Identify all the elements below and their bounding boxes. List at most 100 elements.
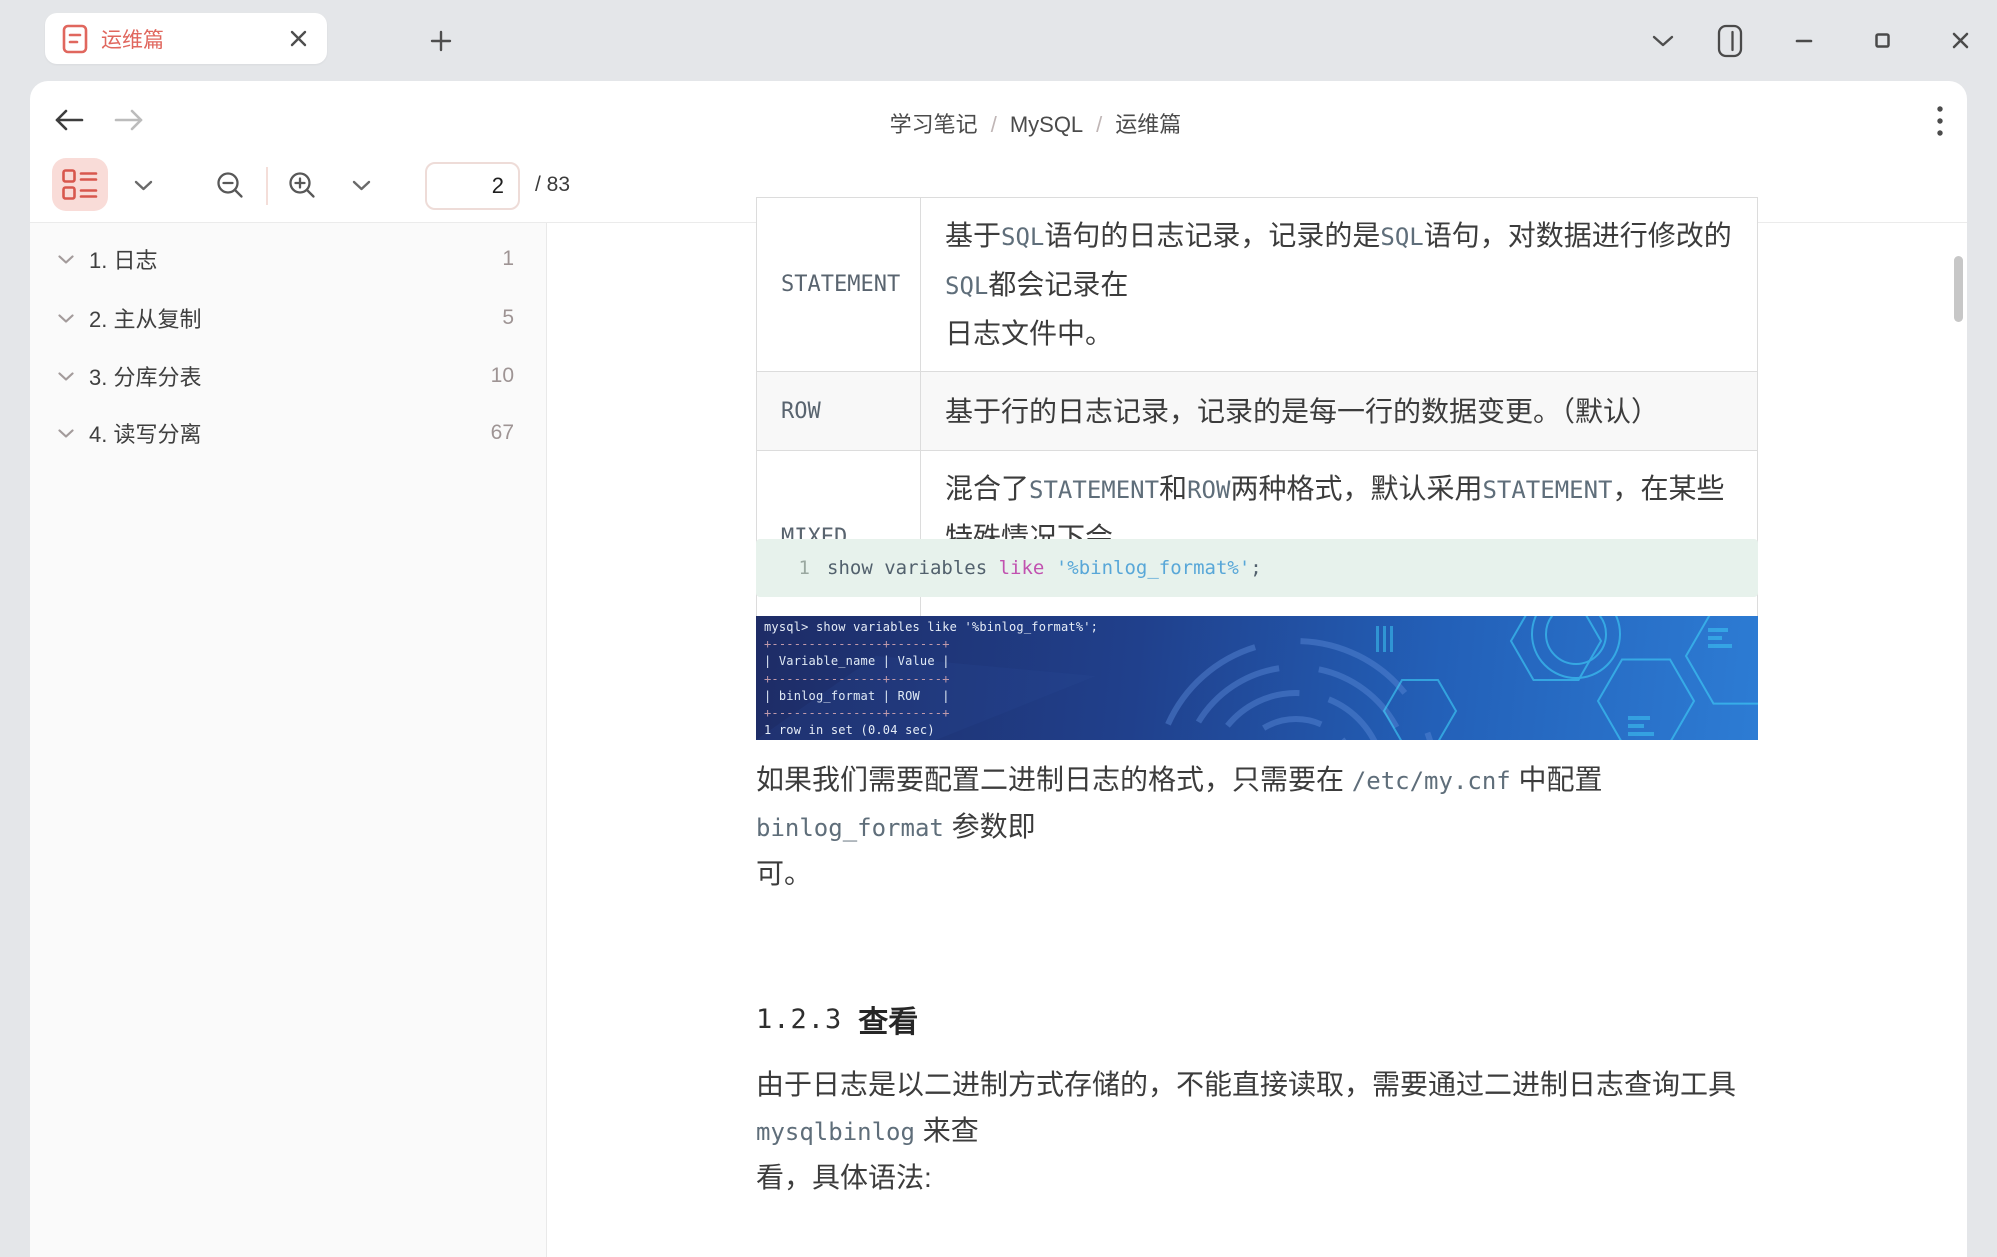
terminal-line: 1 row in set (0.04 sec) xyxy=(764,722,1098,739)
table-cell-label: ROW xyxy=(757,372,921,450)
sidebar-toggle-icon xyxy=(1717,24,1743,58)
paragraph-line: 看，具体语法: xyxy=(756,1155,1776,1201)
text-run: 语句的日志记录，记录的是 xyxy=(1044,220,1380,251)
zoom-in-button[interactable] xyxy=(286,169,318,201)
zoom-chevron-button[interactable] xyxy=(346,175,376,195)
text-run: 来查 xyxy=(915,1115,979,1146)
breadcrumb-separator: / xyxy=(1096,112,1102,137)
inline-code: STATEMENT xyxy=(1482,476,1612,504)
inline-code: SQL xyxy=(1001,223,1044,251)
inline-code: binlog_format xyxy=(756,814,944,842)
paragraph-config: 如果我们需要配置二进制日志的格式，只需要在 /etc/my.cnf 中配置 bi… xyxy=(756,757,1776,897)
heading-123: 1.2.3 查看 xyxy=(756,995,918,1043)
chevron-down-icon xyxy=(352,180,371,191)
text-run: 由于日志是以二进制方式存储的，不能直接读取，需要通过二进制日志查询工具 xyxy=(756,1069,1744,1100)
text-run: 基于行的日志记录，记录的是每一行的数据变更。（默认） xyxy=(945,396,1659,427)
sidebar: 1. 日志1 2. 主从复制5 3. 分库分表10 4. 读写分离67 xyxy=(30,223,547,1257)
sidebar-item-label: 4. 读写分离 xyxy=(89,417,491,449)
paragraph-line: 可。 xyxy=(756,851,1776,897)
zoom-out-icon xyxy=(216,171,244,199)
text-run: 和 xyxy=(1159,473,1187,504)
chevron-down-icon[interactable] xyxy=(58,314,76,323)
maximize-button[interactable] xyxy=(1864,0,1900,81)
outline-toggle-button[interactable] xyxy=(52,158,108,211)
plus-icon xyxy=(430,30,452,52)
minimize-button[interactable] xyxy=(1786,0,1822,81)
table-cell-label: MIXED xyxy=(757,451,921,624)
table-label-text: ROW xyxy=(781,399,821,424)
content-card: 学习笔记/MySQL/运维篇 xyxy=(30,81,1967,1257)
page-number-input[interactable] xyxy=(425,162,520,210)
text-run: 基于 xyxy=(945,220,1001,251)
inline-code: ROW xyxy=(1187,476,1230,504)
chevron-down-icon xyxy=(134,180,153,191)
breadcrumb-item[interactable]: 运维篇 xyxy=(1115,112,1181,137)
text-run: 参数即 xyxy=(944,811,1036,842)
code-token: show variables xyxy=(827,557,999,579)
table-desc-line: 基于SQL语句的日志记录，记录的是SQL语句，对数据进行修改的SQL都会记录在 xyxy=(945,212,1737,310)
breadcrumb-item[interactable]: MySQL xyxy=(1010,112,1083,137)
document-tab[interactable]: 运维篇 xyxy=(45,13,327,64)
paragraph-line: 由于日志是以二进制方式存储的，不能直接读取，需要通过二进制日志查询工具 mysq… xyxy=(756,1062,1776,1155)
more-options-button[interactable] xyxy=(1925,104,1955,138)
table-desc-line: 日志文件中。 xyxy=(945,310,1737,357)
tab-close-icon[interactable] xyxy=(283,24,313,54)
code-token xyxy=(1044,557,1055,579)
sidebar-item[interactable]: 1. 日志1 xyxy=(30,234,546,284)
inline-code: SQL xyxy=(945,272,988,300)
breadcrumb: 学习笔记/MySQL/运维篇 xyxy=(890,107,1182,139)
sidebar-item-count: 1 xyxy=(502,247,514,271)
text-run: 中配置 xyxy=(1511,764,1611,795)
tab-title: 运维篇 xyxy=(101,24,283,54)
toolbar-divider xyxy=(266,167,268,205)
terminal-screenshot: mysql> show variables like '%binlog_form… xyxy=(756,616,1758,740)
kebab-icon xyxy=(1936,105,1944,137)
code-line-number: 1 xyxy=(756,557,810,579)
code-token: like xyxy=(999,557,1045,579)
sidebar-toggle-button[interactable] xyxy=(1712,0,1748,81)
close-icon xyxy=(1952,32,1969,49)
scrollbar-thumb[interactable] xyxy=(1954,256,1963,322)
sidebar-item[interactable]: 4. 读写分离67 xyxy=(30,408,546,458)
text-run: 看，具体语法: xyxy=(756,1162,932,1193)
window-menu-button[interactable] xyxy=(1646,0,1680,81)
table-desc-line: 基于行的日志记录，记录的是每一行的数据变更。（默认） xyxy=(945,388,1737,435)
forward-button[interactable] xyxy=(112,105,146,135)
zoom-out-button[interactable] xyxy=(214,169,246,201)
outline-list-icon xyxy=(62,169,98,200)
code-block: 1 show variables like '%binlog_format%'; xyxy=(756,539,1758,597)
paragraph-view: 由于日志是以二进制方式存储的，不能直接读取，需要通过二进制日志查询工具 mysq… xyxy=(756,1062,1776,1201)
new-tab-button[interactable] xyxy=(428,28,454,54)
code-token: ; xyxy=(1250,557,1261,579)
chevron-down-icon xyxy=(1652,35,1674,47)
table-row: MIXED混合了STATEMENT和ROW两种格式，默认采用STATEMENT，… xyxy=(757,451,1757,625)
table-row: ROW 基于行的日志记录，记录的是每一行的数据变更。（默认） xyxy=(757,372,1757,451)
chevron-down-icon[interactable] xyxy=(58,372,76,381)
text-run: 都会记录在 xyxy=(988,269,1128,300)
table-label-text: STATEMENT xyxy=(781,272,900,297)
heading-number: 1.2.3 xyxy=(756,1004,842,1035)
table-cell-desc: 基于SQL语句的日志记录，记录的是SQL语句，对数据进行修改的SQL都会记录在日… xyxy=(921,198,1757,371)
inline-code: mysqlbinlog xyxy=(756,1118,915,1146)
chevron-down-icon[interactable] xyxy=(58,255,76,264)
back-button[interactable] xyxy=(52,105,86,135)
paragraph-line: 如果我们需要配置二进制日志的格式，只需要在 /etc/my.cnf 中配置 bi… xyxy=(756,757,1776,851)
inline-code: /etc/my.cnf xyxy=(1352,767,1511,795)
table-cell-label: STATEMENT xyxy=(757,198,921,371)
text-run: 两种格式，默认采用 xyxy=(1230,473,1482,504)
text-run: 可。 xyxy=(756,858,812,889)
sidebar-item-count: 67 xyxy=(491,421,514,445)
back-arrow-icon xyxy=(53,108,85,132)
nav-row: 学习笔记/MySQL/运维篇 xyxy=(30,81,1967,157)
document-icon xyxy=(62,24,88,54)
terminal-line: mysql> show variables like '%binlog_form… xyxy=(764,619,1098,636)
heading-title: 查看 xyxy=(858,997,918,1041)
chevron-down-icon[interactable] xyxy=(58,429,76,438)
code-token: '%binlog_format%' xyxy=(1056,557,1250,579)
terminal-line: | binlog_format | ROW | xyxy=(764,688,1098,705)
sidebar-item[interactable]: 2. 主从复制5 xyxy=(30,293,546,343)
window-close-button[interactable] xyxy=(1942,0,1978,81)
breadcrumb-item[interactable]: 学习笔记 xyxy=(890,112,978,137)
sidebar-item[interactable]: 3. 分库分表10 xyxy=(30,351,546,401)
outline-chevron-button[interactable] xyxy=(128,175,158,195)
